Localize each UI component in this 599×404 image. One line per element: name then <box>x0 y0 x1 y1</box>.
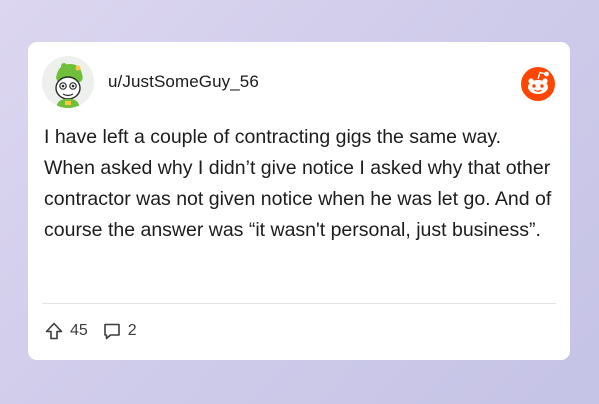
post-body-text: I have left a couple of contracting gigs… <box>44 126 552 241</box>
upvote-arrow-icon <box>45 322 63 340</box>
avatar[interactable] <box>42 56 94 108</box>
upvote-button[interactable]: 45 <box>44 321 88 341</box>
post-card: u/JustSomeGuy_56 I have left a couple of… <box>28 42 570 360</box>
username[interactable]: u/JustSomeGuy_56 <box>108 72 259 92</box>
comment-bubble-icon <box>103 323 120 340</box>
comments-button[interactable]: 2 <box>102 321 137 341</box>
divider <box>42 303 556 304</box>
comment-count: 2 <box>127 322 137 339</box>
upvote-count: 45 <box>70 322 88 339</box>
post-actions: 45 2 <box>44 320 137 342</box>
reddit-logo-icon[interactable] <box>520 66 556 102</box>
avatar-icon <box>42 56 94 108</box>
